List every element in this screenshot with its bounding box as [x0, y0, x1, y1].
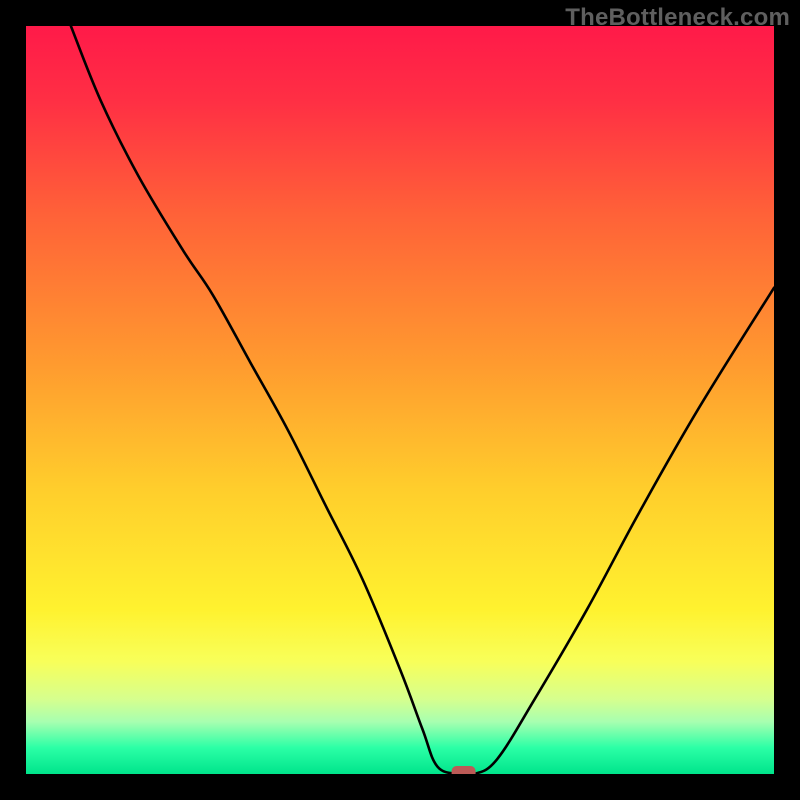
- minimum-marker: [452, 766, 476, 774]
- chart-svg: [26, 26, 774, 774]
- chart-frame: TheBottleneck.com: [0, 0, 800, 800]
- plot-area: [26, 26, 774, 774]
- watermark-text: TheBottleneck.com: [565, 4, 790, 32]
- gradient-background: [26, 26, 774, 774]
